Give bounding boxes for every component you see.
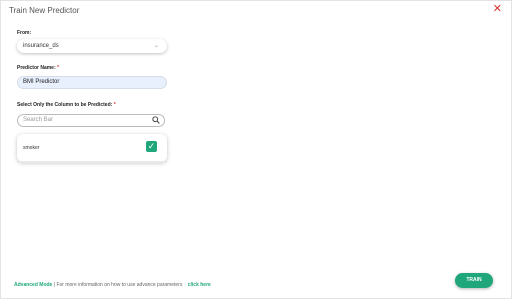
predictor-name-label-text: Predictor Name:	[17, 65, 56, 71]
footer-info: Advanced Mode | For more information on …	[14, 282, 211, 288]
dialog-title: Train New Predictor	[9, 6, 80, 15]
column-list: smoker ✓	[17, 134, 167, 162]
checkmark-icon: ✓	[147, 141, 156, 151]
search-placeholder: Search Bar	[23, 117, 54, 123]
train-predictor-dialog: Train New Predictor ✕ From: insurance_ds…	[0, 0, 512, 299]
predictor-name-input[interactable]: BMI Predictor	[17, 76, 167, 89]
from-label: From:	[17, 30, 32, 36]
advanced-mode-link[interactable]: Advanced Mode	[14, 282, 52, 288]
footer-info-text: For more information on how to use advan…	[56, 282, 183, 288]
from-dataset-select[interactable]: insurance_ds ⌄	[17, 39, 167, 53]
column-select-label-text: Select Only the Column to be Predicted:	[17, 102, 113, 108]
required-mark: *	[113, 102, 116, 108]
search-input[interactable]: Search Bar	[17, 114, 165, 127]
click-here-link[interactable]: click here	[188, 282, 211, 288]
footer-separator: |	[53, 282, 56, 288]
search-icon[interactable]	[152, 116, 160, 124]
column-checkbox[interactable]: ✓	[146, 141, 157, 152]
from-dataset-value: insurance_ds	[23, 43, 59, 49]
predictor-name-label: Predictor Name: *	[17, 65, 59, 71]
required-mark: *	[57, 65, 59, 71]
chevron-down-icon: ⌄	[153, 43, 159, 49]
list-item-label: smoker	[23, 145, 40, 151]
column-select-label: Select Only the Column to be Predicted: …	[17, 102, 116, 108]
train-button[interactable]: TRAIN	[455, 273, 493, 288]
close-icon[interactable]: ✕	[493, 4, 502, 15]
list-scrollbar[interactable]	[17, 161, 167, 163]
